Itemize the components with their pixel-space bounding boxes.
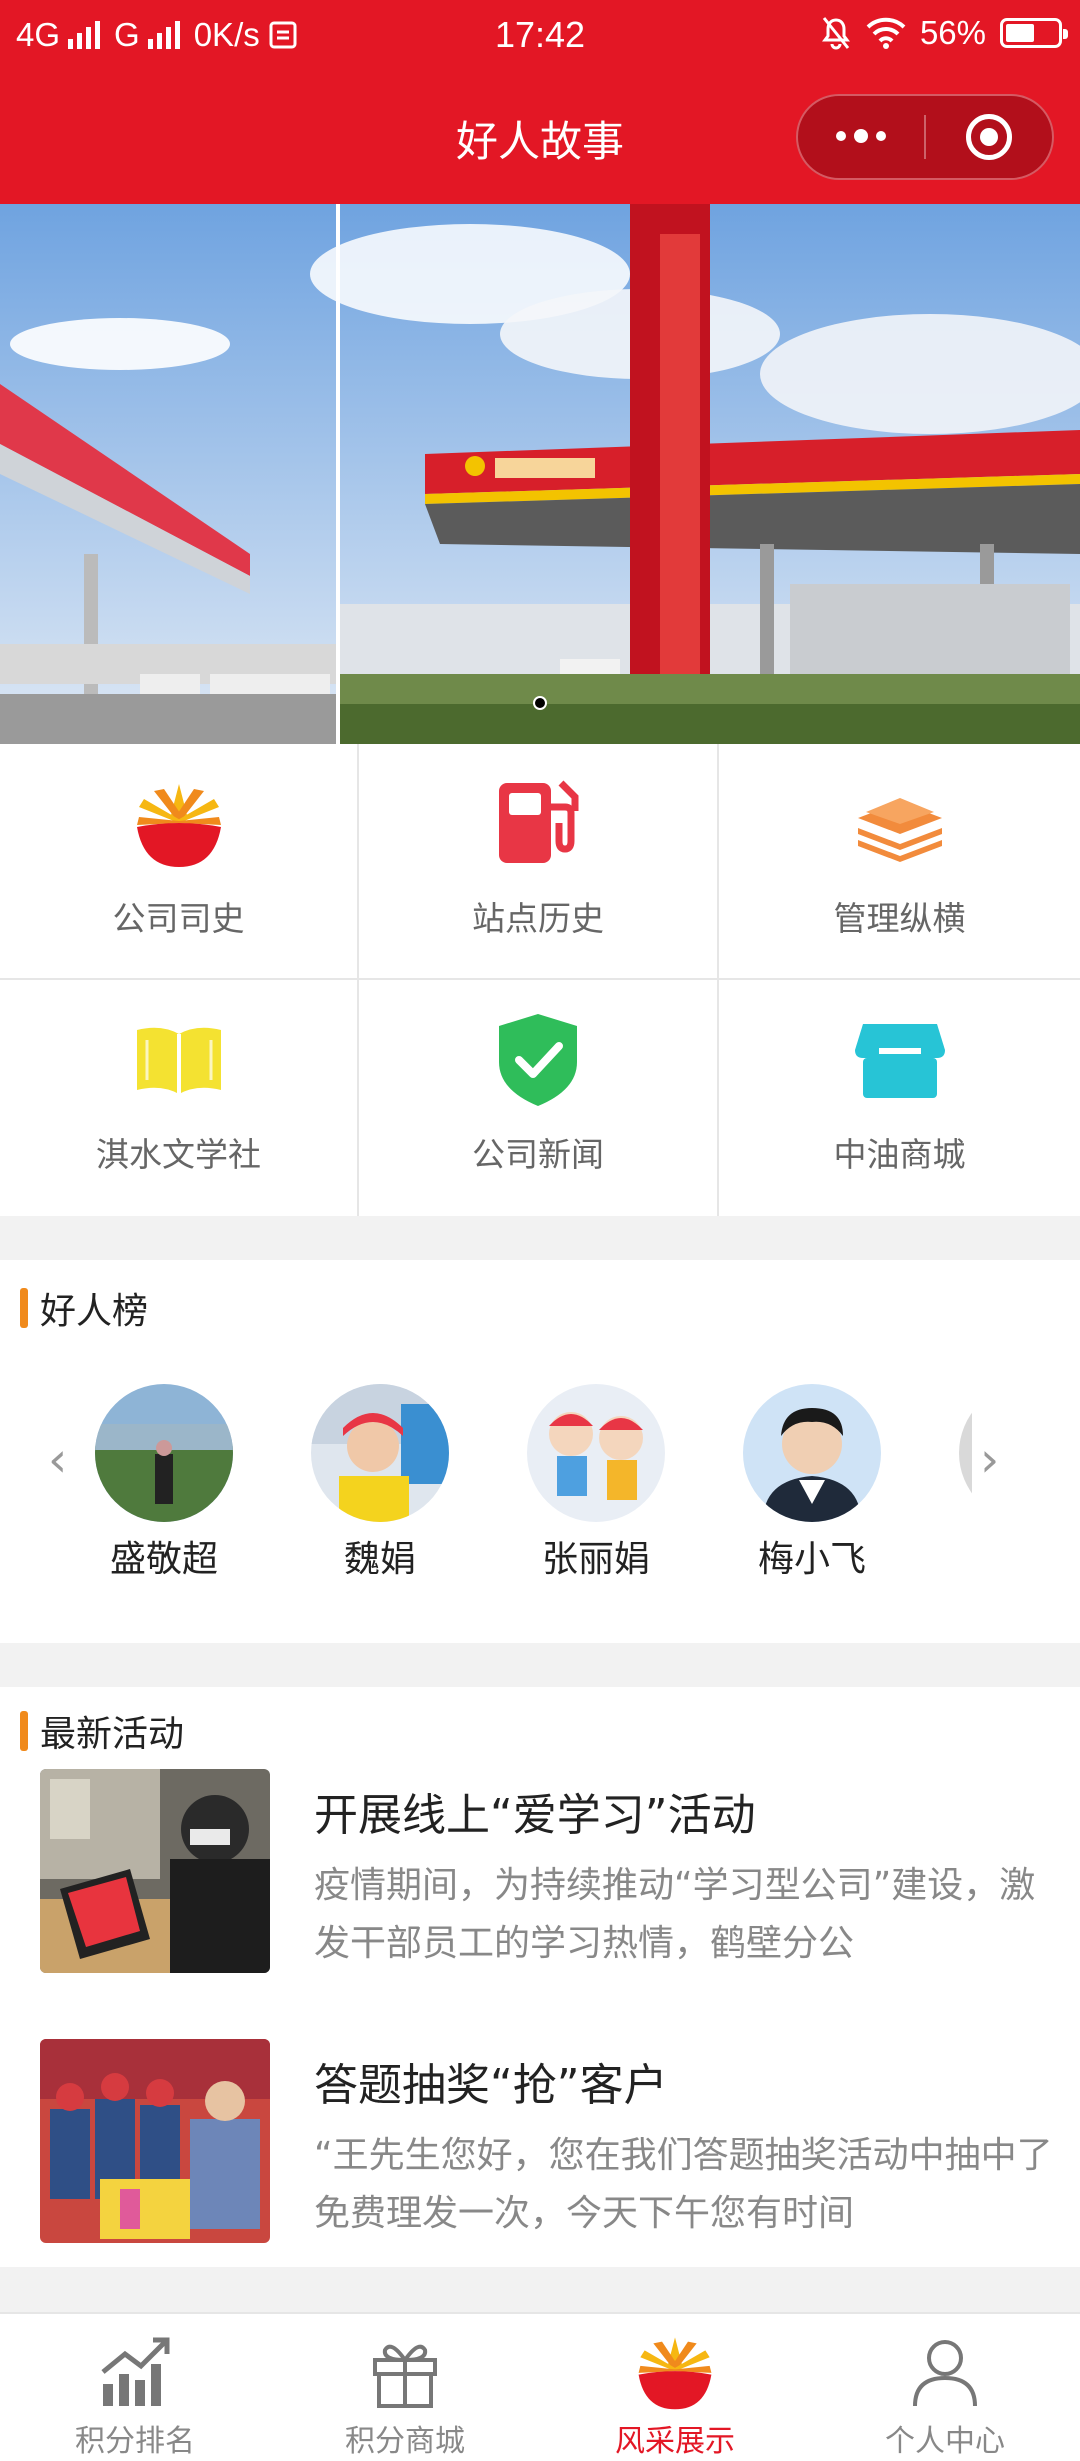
tab-personal-center[interactable]: 个人中心 (810, 2314, 1080, 2461)
wifi-icon (866, 17, 906, 49)
shield-check-icon (488, 1010, 588, 1110)
avatar (959, 1384, 972, 1522)
section-header: 最新活动 (20, 1705, 184, 1757)
avatar (311, 1384, 449, 1522)
mute-bell-icon (821, 17, 850, 50)
person-name: 张丽娟 (541, 1539, 650, 1580)
tab-points-ranking[interactable]: 积分排名 (0, 2314, 270, 2461)
tab-label: 积分商城 (345, 2424, 465, 2459)
status-right: 56% (820, 14, 1068, 52)
menu-item-station-history[interactable]: 站点历史 (359, 744, 719, 980)
news-item[interactable]: 答题抽奖“抢”客户 “王先生您好，您在我们答题抽奖活动中抽中了免费理发一次，今天… (40, 2039, 1060, 2243)
scroll-right-button[interactable]: › (980, 1432, 999, 1488)
miniprogram-capsule (796, 94, 1054, 180)
section-accent-bar (20, 1711, 28, 1751)
app-screen: 4G G 0K/s 17:42 56% 好人故事 公司司史 站点历史 管理纵横 … (0, 0, 1080, 2461)
gift-icon (363, 2330, 447, 2414)
menu-label: 中油商城 (833, 1135, 966, 1174)
news-title: 开展线上“爱学习”活动 (314, 1790, 756, 1841)
petrochina-logo-icon (129, 774, 229, 874)
person-icon (903, 2330, 987, 2414)
menu-label: 公司新闻 (472, 1135, 604, 1174)
battery-percent: 56% (919, 14, 986, 51)
battery-fill (1006, 24, 1034, 42)
section-title: 好人榜 (40, 1291, 149, 1332)
ranking-chart-icon (93, 2330, 177, 2414)
news-description: 疫情期间，为持续推动“学习型公司”建设，激发干部员工的学习热情，鹤壁分公 (314, 1865, 1036, 1964)
person-card[interactable]: 文 (948, 1384, 972, 1582)
battery-icon (1000, 18, 1068, 48)
person-name: 梅小飞 (757, 1539, 866, 1580)
news-title: 答题抽奖“抢”客户 (314, 2060, 668, 2111)
menu-label: 管理纵横 (833, 899, 966, 938)
person-name: 魏娟 (343, 1539, 416, 1580)
banner-carousel[interactable] (0, 204, 1080, 744)
latest-activities-section: 最新活动 开展线上“爱学习”活动 疫情期间，为持续推动“学习型公司”建设，激发干… (0, 1687, 1080, 2267)
banner-indicator (0, 696, 1080, 710)
fuel-pump-icon (488, 774, 588, 874)
avatar (95, 1384, 233, 1522)
feature-grid: 公司司史 站点历史 管理纵横 淇水文学社 公司新闻 中油商城 (0, 744, 1080, 1216)
menu-item-company-history[interactable]: 公司司史 (0, 744, 359, 980)
menu-label: 淇水文学社 (96, 1135, 261, 1174)
person-name: 文 (948, 1530, 972, 1582)
person-name: 盛敬超 (109, 1539, 218, 1580)
news-item[interactable]: 开展线上“爱学习”活动 疫情期间，为持续推动“学习型公司”建设，激发干部员工的学… (40, 1769, 1060, 1973)
person-card[interactable]: 魏娟 (300, 1384, 460, 1582)
news-thumbnail (40, 1769, 270, 1973)
good-people-section: 好人榜 ‹ 盛敬超 魏娟 张丽娟 梅小飞 › (0, 1260, 1080, 1643)
layers-icon (850, 774, 950, 874)
person-card[interactable]: 盛敬超 (84, 1384, 244, 1582)
petrochina-logo-icon (633, 2330, 717, 2414)
bottom-tab-bar: 积分排名 积分商城 风采展示 个人中心 (0, 2312, 1080, 2461)
menu-item-mall[interactable]: 中油商城 (719, 980, 1080, 1216)
tab-points-mall[interactable]: 积分商城 (270, 2314, 540, 2461)
status-bar: 4G G 0K/s 17:42 56% (0, 0, 1080, 72)
menu-item-management[interactable]: 管理纵横 (719, 744, 1080, 980)
avatar (527, 1384, 665, 1522)
scroll-left-button[interactable]: ‹ (48, 1432, 67, 1488)
menu-label: 公司司史 (112, 899, 245, 938)
banner-dot-active[interactable] (533, 696, 547, 710)
close-target-icon (965, 114, 1012, 160)
menu-label: 站点历史 (472, 899, 604, 938)
more-dots-icon (836, 129, 886, 143)
section-header: 好人榜 (20, 1282, 148, 1334)
close-miniprogram-button[interactable] (926, 96, 1052, 178)
book-icon (129, 1010, 229, 1110)
person-card[interactable]: 张丽娟 (516, 1384, 676, 1582)
avatar (743, 1384, 881, 1522)
gas-station-photo (0, 204, 1080, 744)
section-title: 最新活动 (40, 1714, 185, 1755)
menu-item-company-news[interactable]: 公司新闻 (359, 980, 719, 1216)
news-description: “王先生您好，您在我们答题抽奖活动中抽中了免费理发一次，今天下午您有时间 (314, 2135, 1053, 2234)
store-icon (850, 1010, 950, 1110)
tab-label: 积分排名 (75, 2424, 195, 2459)
news-thumbnail (40, 2039, 270, 2243)
good-people-list: 盛敬超 魏娟 张丽娟 梅小飞 (84, 1384, 972, 1584)
person-card[interactable]: 梅小飞 (732, 1384, 892, 1582)
more-button[interactable] (798, 96, 924, 178)
section-accent-bar (20, 1288, 28, 1328)
tab-showcase[interactable]: 风采展示 (540, 2314, 810, 2461)
tab-label: 个人中心 (885, 2424, 1005, 2459)
tab-label: 风采展示 (615, 2424, 735, 2459)
menu-item-literature-club[interactable]: 淇水文学社 (0, 980, 359, 1216)
title-bar: 好人故事 (0, 72, 1080, 204)
